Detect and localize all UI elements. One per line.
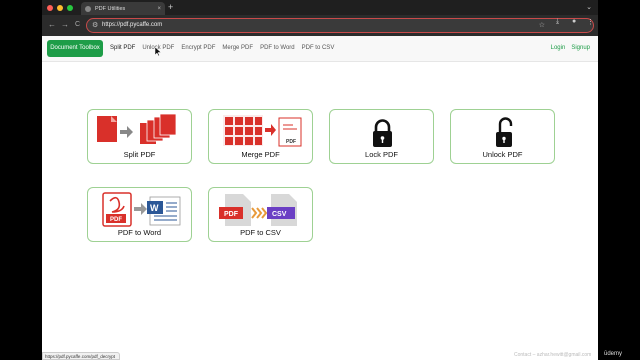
window-controls bbox=[47, 5, 73, 11]
mouse-cursor-icon bbox=[155, 47, 161, 56]
pdf-to-word-icon: PDF W bbox=[102, 192, 181, 227]
card-label: Unlock PDF bbox=[482, 150, 523, 159]
card-pdf-to-csv[interactable]: PDF CSV PDF to CSV bbox=[208, 187, 313, 242]
browser-toolbar: ← → C ⚙ https://pdf.pycaffe.com ☆ ⤓ ● ⋮ bbox=[42, 15, 598, 36]
auth-links: Login Signup bbox=[551, 45, 590, 51]
card-pdf-to-word[interactable]: PDF W PDF to Word bbox=[87, 187, 192, 242]
nav-links: Split PDF Unlock PDF Encrypt PDF Merge P… bbox=[110, 45, 334, 51]
tab-menu-button[interactable]: ⌄ bbox=[586, 3, 592, 11]
site-navbar: Document Toolbox Split PDF Unlock PDF En… bbox=[42, 36, 598, 62]
card-label: PDF to Word bbox=[117, 228, 162, 237]
browser-tab[interactable]: PDF Utilities × bbox=[81, 2, 165, 15]
tab-strip: PDF Utilities × + ⌄ bbox=[42, 0, 598, 15]
tab-title: PDF Utilities bbox=[95, 5, 126, 12]
nav-link-merge-pdf[interactable]: Merge PDF bbox=[222, 45, 253, 51]
reload-button[interactable]: C bbox=[75, 20, 80, 30]
tab-favicon-icon bbox=[85, 5, 91, 12]
nav-link-pdf-to-word[interactable]: PDF to Word bbox=[260, 45, 295, 51]
card-unlock-pdf[interactable]: Unlock PDF bbox=[450, 109, 555, 164]
browser-menu-icon[interactable]: ⋮ bbox=[587, 18, 594, 26]
address-bar[interactable]: ⚙ https://pdf.pycaffe.com ☆ bbox=[86, 18, 594, 33]
back-button[interactable]: ← bbox=[48, 20, 56, 30]
download-icon[interactable]: ⤓ bbox=[556, 18, 559, 26]
bookmark-star-icon[interactable]: ☆ bbox=[539, 21, 545, 29]
maximize-window-button[interactable] bbox=[67, 5, 73, 11]
contact-text: Contact – azhar.hewitt@gmail.com bbox=[514, 352, 592, 358]
profile-icon[interactable]: ● bbox=[572, 18, 576, 25]
card-label: Split PDF bbox=[123, 150, 156, 159]
nav-link-split-pdf[interactable]: Split PDF bbox=[110, 45, 135, 51]
lock-icon bbox=[373, 119, 392, 147]
close-window-button[interactable] bbox=[47, 5, 53, 11]
merge-pdf-icon: PDF bbox=[223, 115, 302, 147]
signup-link[interactable]: Signup bbox=[571, 45, 590, 51]
nav-link-encrypt-pdf[interactable]: Encrypt PDF bbox=[181, 45, 215, 51]
browser-window: PDF Utilities × + ⌄ ← → C ⚙ https://pdf.… bbox=[42, 0, 598, 360]
merge-icon-pdf-text: PDF bbox=[286, 139, 296, 145]
unlock-icon bbox=[496, 117, 513, 147]
tab-close-icon[interactable]: × bbox=[157, 6, 161, 12]
forward-button[interactable]: → bbox=[61, 20, 69, 30]
csv-icon-csv-text: CSV bbox=[272, 211, 287, 218]
word-icon-pdf-text: PDF bbox=[110, 217, 122, 223]
card-label: Merge PDF bbox=[241, 150, 280, 159]
site-info-icon[interactable]: ⚙ bbox=[92, 21, 98, 29]
card-label: Lock PDF bbox=[365, 150, 398, 159]
login-link[interactable]: Login bbox=[551, 45, 566, 51]
pdf-to-csv-icon: PDF CSV bbox=[219, 194, 297, 226]
word-w-text: W bbox=[150, 203, 159, 213]
card-merge-pdf[interactable]: PDF Merge PDF bbox=[208, 109, 313, 164]
card-split-pdf[interactable]: Split PDF bbox=[87, 109, 192, 164]
address-url[interactable]: https://pdf.pycaffe.com bbox=[102, 22, 162, 28]
card-label: PDF to CSV bbox=[240, 228, 281, 237]
udemy-watermark: ūdemy bbox=[604, 351, 623, 357]
new-tab-button[interactable]: + bbox=[168, 2, 173, 13]
minimize-window-button[interactable] bbox=[57, 5, 63, 11]
status-bar-url: https://pdf.pycaffe.com/pdf_decrypt bbox=[42, 352, 120, 360]
csv-icon-pdf-text: PDF bbox=[224, 211, 239, 218]
brand-button[interactable]: Document Toolbox bbox=[47, 40, 103, 57]
card-lock-pdf[interactable]: Lock PDF bbox=[329, 109, 434, 164]
split-pdf-icon bbox=[97, 113, 177, 144]
nav-link-pdf-to-csv[interactable]: PDF to CSV bbox=[302, 45, 335, 51]
